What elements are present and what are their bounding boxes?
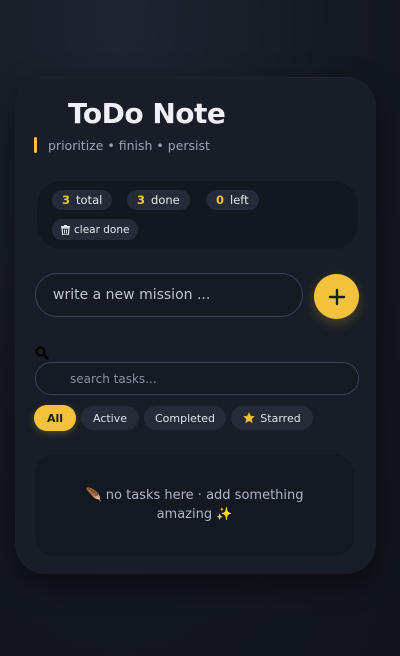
done-badge: 3 done	[127, 190, 190, 210]
filter-starred[interactable]: Starred	[231, 406, 313, 430]
clear-done-button[interactable]: clear done	[52, 219, 139, 240]
search-icon	[35, 346, 49, 360]
filter-active[interactable]: Active	[81, 406, 139, 430]
subtitle-accent-bar	[34, 137, 37, 153]
total-count: 3	[62, 193, 71, 207]
app-subtitle: prioritize • finish • persist	[48, 138, 210, 153]
filter-starred-label: Starred	[260, 411, 301, 425]
left-label: left	[230, 193, 249, 207]
empty-state-message: 🪶 no tasks here · add something amazing …	[85, 488, 304, 522]
star-icon	[243, 412, 256, 424]
app-title: ToDo Note	[68, 97, 226, 130]
left-count: 0	[216, 193, 225, 207]
plus-icon	[328, 288, 345, 305]
add-task-button[interactable]	[314, 274, 359, 319]
total-badge: 3 total	[52, 190, 113, 210]
total-label: total	[76, 193, 103, 207]
left-badge: 0 left	[206, 190, 259, 210]
trash-icon	[61, 224, 70, 235]
search-input[interactable]	[35, 362, 359, 395]
filter-all[interactable]: All	[35, 406, 75, 430]
done-label: done	[151, 193, 180, 207]
done-count: 3	[137, 193, 146, 207]
new-task-input[interactable]	[35, 273, 303, 317]
filter-completed[interactable]: Completed	[144, 406, 226, 430]
empty-state-panel: 🪶 no tasks here · add something amazing …	[35, 454, 354, 556]
clear-done-label: clear done	[74, 223, 130, 236]
